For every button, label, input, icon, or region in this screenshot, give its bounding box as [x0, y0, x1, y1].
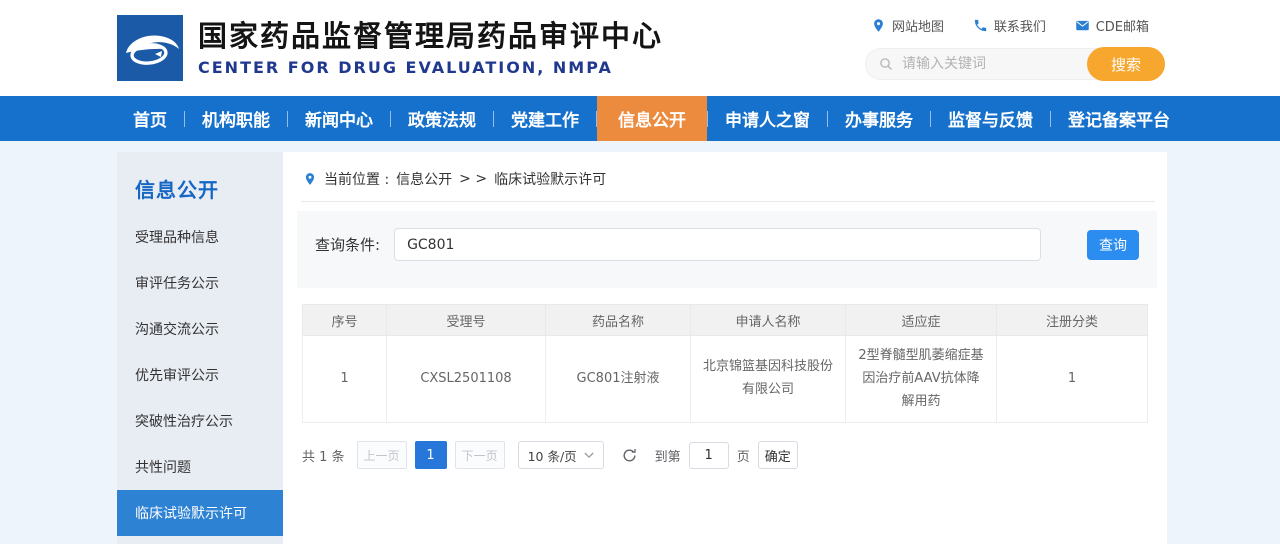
sidebar-item-review-tasks[interactable]: 审评任务公示 — [117, 260, 283, 306]
goto-page-input[interactable] — [689, 442, 729, 469]
next-page-button[interactable]: 下一页 — [455, 441, 505, 469]
top-links: 网站地图 联系我们 CDE邮箱 — [865, 16, 1165, 35]
search-input[interactable] — [894, 56, 1087, 72]
col-header-applicant: 申请人名称 — [691, 305, 846, 336]
breadcrumb-separator: > > — [459, 171, 487, 187]
col-header-drug-name: 药品名称 — [546, 305, 691, 336]
breadcrumb: 当前位置 : 信息公开 > > 临床试验默示许可 — [301, 152, 1155, 202]
nav-item-registration-platform[interactable]: 登记备案平台 — [1051, 96, 1187, 141]
pagination: 共 1 条 上一页 1 下一页 10 条/页 到第 页 确定 — [302, 441, 1167, 469]
location-pin-icon — [871, 18, 886, 33]
total-count: 共 1 条 — [302, 446, 345, 465]
query-panel: 查询条件: 查询 — [297, 211, 1157, 288]
goto-unit: 页 — [737, 446, 750, 465]
col-header-indication: 适应症 — [846, 305, 997, 336]
cell-drug-name: GC801注射液 — [546, 336, 691, 423]
query-button[interactable]: 查询 — [1087, 230, 1139, 260]
header-right: 网站地图 联系我们 CDE邮箱 搜索 — [865, 16, 1165, 80]
envelope-icon — [1075, 18, 1090, 33]
breadcrumb-prefix: 当前位置 : — [324, 169, 389, 189]
sidebar-item-priority-review[interactable]: 优先审评公示 — [117, 352, 283, 398]
cde-logo[interactable] — [117, 15, 183, 81]
site-header: 国家药品监督管理局药品审评中心 CENTER FOR DRUG EVALUATI… — [0, 0, 1280, 96]
chevron-down-icon — [584, 452, 594, 459]
nav-item-policies[interactable]: 政策法规 — [391, 96, 493, 141]
breadcrumb-section[interactable]: 信息公开 — [396, 169, 452, 189]
nav-item-applicant-window[interactable]: 申请人之窗 — [708, 96, 827, 141]
nav-item-party-building[interactable]: 党建工作 — [494, 96, 596, 141]
cell-seq: 1 — [303, 336, 387, 423]
prev-page-button[interactable]: 上一页 — [357, 441, 407, 469]
page-size-select[interactable]: 10 条/页 — [518, 441, 604, 469]
table-header-row: 序号 受理号 药品名称 申请人名称 适应症 注册分类 — [303, 305, 1148, 336]
link-contact-us[interactable]: 联系我们 — [973, 16, 1046, 35]
cde-logo-icon — [117, 15, 183, 81]
nav-item-info-disclosure[interactable]: 信息公开 — [597, 96, 707, 141]
results-table-wrap: 序号 受理号 药品名称 申请人名称 适应症 注册分类 1 CXSL2501108… — [302, 304, 1148, 423]
site-title-en: CENTER FOR DRUG EVALUATION, NMPA — [198, 58, 663, 77]
query-input[interactable] — [394, 228, 1041, 261]
cell-indication: 2型脊髓型肌萎缩症基因治疗前AAV抗体降解用药 — [846, 336, 997, 423]
sidebar: 信息公开 受理品种信息 审评任务公示 沟通交流公示 优先审评公示 突破性治疗公示… — [117, 152, 283, 544]
results-table: 序号 受理号 药品名称 申请人名称 适应症 注册分类 1 CXSL2501108… — [302, 304, 1148, 423]
link-sitemap[interactable]: 网站地图 — [871, 16, 944, 35]
refresh-button[interactable] — [621, 447, 638, 464]
search-button[interactable]: 搜索 — [1087, 47, 1165, 81]
confirm-button[interactable]: 确定 — [758, 441, 798, 469]
site-search: 搜索 — [865, 48, 1165, 80]
breadcrumb-current: 临床试验默示许可 — [494, 169, 606, 189]
cell-registration-class: 1 — [997, 336, 1148, 423]
main-panel: 当前位置 : 信息公开 > > 临床试验默示许可 查询条件: 查询 序号 受理号 — [283, 152, 1167, 544]
col-header-seq: 序号 — [303, 305, 387, 336]
link-cde-mail[interactable]: CDE邮箱 — [1075, 16, 1149, 35]
nav-item-services[interactable]: 办事服务 — [828, 96, 930, 141]
goto-label: 到第 — [655, 446, 681, 465]
link-sitemap-label: 网站地图 — [892, 16, 944, 35]
nav-item-home[interactable]: 首页 — [116, 96, 184, 141]
col-header-acceptance-no: 受理号 — [387, 305, 546, 336]
sidebar-title: 信息公开 — [117, 152, 283, 214]
link-contact-us-label: 联系我们 — [994, 16, 1046, 35]
cell-applicant: 北京锦篮基因科技股份有限公司 — [691, 336, 846, 423]
nav-item-supervision-feedback[interactable]: 监督与反馈 — [931, 96, 1050, 141]
sidebar-item-marketed-drugs[interactable]: 上市药品信息 — [117, 536, 283, 544]
phone-icon — [973, 18, 988, 33]
refresh-icon — [621, 447, 638, 464]
main-nav: 首页 机构职能 新闻中心 政策法规 党建工作 信息公开 申请人之窗 办事服务 监… — [0, 96, 1280, 141]
page-size-value: 10 条/页 — [528, 446, 577, 465]
link-cde-mail-label: CDE邮箱 — [1096, 16, 1149, 35]
sidebar-item-common-issues[interactable]: 共性问题 — [117, 444, 283, 490]
site-titles: 国家药品监督管理局药品审评中心 CENTER FOR DRUG EVALUATI… — [198, 19, 663, 77]
nav-item-org-functions[interactable]: 机构职能 — [185, 96, 287, 141]
location-pin-icon — [303, 171, 317, 187]
content-area: 信息公开 受理品种信息 审评任务公示 沟通交流公示 优先审评公示 突破性治疗公示… — [0, 141, 1280, 544]
nav-item-news-center[interactable]: 新闻中心 — [288, 96, 390, 141]
query-label: 查询条件: — [315, 234, 380, 255]
sidebar-item-accepted-products[interactable]: 受理品种信息 — [117, 214, 283, 260]
sidebar-item-clinical-trial-implied-license[interactable]: 临床试验默示许可 — [117, 490, 283, 536]
table-row: 1 CXSL2501108 GC801注射液 北京锦篮基因科技股份有限公司 2型… — [303, 336, 1148, 423]
sidebar-item-breakthrough-therapy[interactable]: 突破性治疗公示 — [117, 398, 283, 444]
sidebar-item-communication[interactable]: 沟通交流公示 — [117, 306, 283, 352]
page-1-button[interactable]: 1 — [415, 441, 447, 469]
col-header-registration-class: 注册分类 — [997, 305, 1148, 336]
site-title-cn: 国家药品监督管理局药品审评中心 — [198, 19, 663, 54]
cell-acceptance-no: CXSL2501108 — [387, 336, 546, 423]
search-icon — [878, 56, 894, 72]
